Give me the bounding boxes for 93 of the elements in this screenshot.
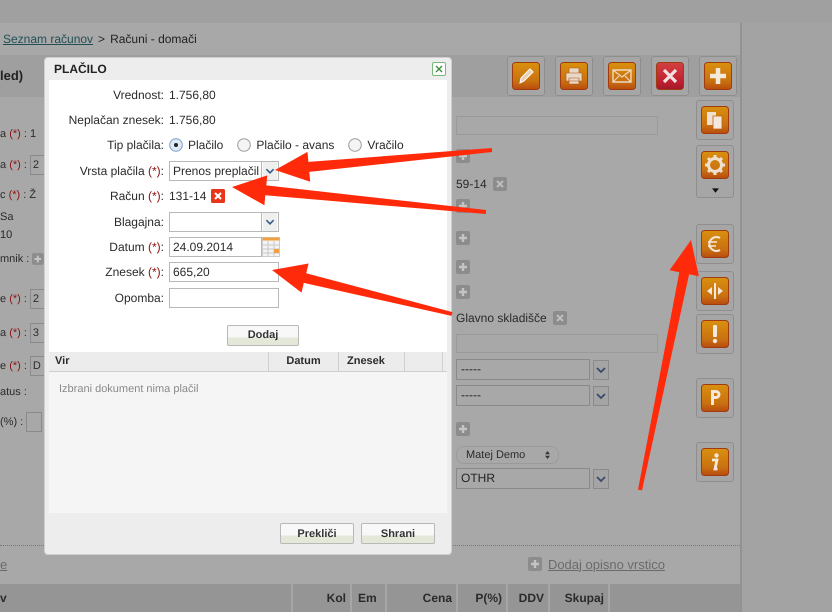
column-header: Kol — [293, 584, 352, 612]
field-label: Znesek (*): — [104, 265, 165, 280]
column-header: P(%) — [458, 584, 508, 612]
field-label: Sa — [0, 210, 14, 223]
field-label: Tip plačila: — [106, 138, 165, 152]
pencil-icon — [512, 62, 540, 90]
column-header: Cena — [387, 584, 458, 612]
calendar-icon[interactable] — [262, 237, 280, 258]
dialog-button[interactable]: Prekliči — [280, 523, 354, 544]
field-label: Vrednost: — [112, 88, 165, 102]
toolbar-button[interactable] — [696, 314, 734, 354]
column-header: Skupaj — [550, 584, 610, 612]
radio-label: Vračilo — [367, 138, 404, 152]
field-label: mnik : — [0, 252, 30, 265]
toolbar-button[interactable] — [696, 270, 734, 311]
breadcrumb-link[interactable]: Seznam računov — [3, 32, 94, 46]
field-label: Blagajna: — [112, 214, 165, 229]
info-icon — [701, 448, 729, 476]
select-field[interactable]: OTHR — [456, 468, 590, 490]
settings-icon — [701, 150, 729, 179]
letter-p-icon — [701, 384, 729, 412]
field-label: Vrsta plačila (*): — [78, 164, 165, 178]
plus-icon — [704, 62, 732, 90]
toolbar-button[interactable] — [696, 100, 734, 140]
field-label: Račun (*): — [108, 189, 165, 204]
toolbar-button[interactable] — [507, 56, 545, 96]
euro-icon — [701, 230, 729, 258]
exclamation-icon — [701, 320, 729, 348]
column-header: Datum — [269, 352, 339, 371]
field-label: 10 — [0, 228, 12, 241]
close-icon — [656, 62, 684, 90]
field-label: e (*) : — [0, 360, 27, 372]
field-label: atus : — [0, 386, 27, 398]
delete-button[interactable] — [651, 56, 689, 96]
field-label: c (*) : Ž — [0, 188, 36, 201]
select-field[interactable] — [169, 212, 279, 232]
field-label: Datum (*): — [108, 240, 165, 254]
settings-menu-button[interactable] — [696, 144, 734, 198]
split-arrows-icon — [701, 276, 729, 305]
dialog-button[interactable]: Shrani — [361, 523, 435, 544]
dropdown-icon — [261, 162, 278, 180]
dialog-title: PLAČILO — [54, 62, 107, 76]
remove-icon[interactable] — [211, 189, 226, 204]
column-header: Vir — [49, 352, 269, 371]
radio-button[interactable] — [169, 138, 183, 152]
column-header: Em — [352, 584, 387, 612]
field-label: a (*) : 1 — [0, 128, 36, 140]
field-value: 131-14 — [169, 189, 206, 204]
field-value: 59-14 — [456, 176, 487, 191]
empty-message: Izbrani dokument nima plačil — [59, 382, 198, 395]
toolbar-button[interactable] — [696, 378, 734, 418]
column-header: v — [0, 584, 293, 612]
toolbar-button[interactable] — [555, 56, 593, 96]
breadcrumb-separator: > — [98, 32, 106, 46]
breadcrumb-current: Računi - domači — [110, 32, 197, 46]
field-value: Glavno skladišče — [456, 310, 547, 325]
field-label: Neplačan znesek: — [68, 113, 165, 128]
field-label: a (*) : — [0, 326, 27, 339]
radio-label: Plačilo — [188, 138, 224, 152]
toolbar-button[interactable] — [699, 56, 737, 96]
column-header: DDV — [508, 584, 550, 612]
user-select[interactable]: Matej Demo — [456, 446, 560, 464]
add-button[interactable]: Dodaj — [226, 324, 300, 346]
select-field[interactable]: ----- — [456, 385, 590, 406]
input-field[interactable]: 665,20 — [169, 262, 279, 282]
radio-button[interactable] — [237, 138, 252, 152]
toolbar-button[interactable] — [696, 442, 734, 482]
field-label: a (*) : — [0, 158, 27, 171]
dropdown-button[interactable] — [593, 386, 609, 406]
copy-icon — [701, 106, 729, 134]
field-label: (%) : — [0, 416, 24, 428]
date-field[interactable]: 24.09.2014 — [169, 237, 262, 258]
dropdown-button[interactable] — [593, 468, 609, 489]
field-label: e (*) : — [0, 292, 27, 305]
field-value: 1.756,80 — [169, 88, 216, 102]
field-label: Opomba: — [114, 290, 165, 305]
toolbar-button[interactable] — [603, 56, 641, 96]
updown-icon — [545, 450, 550, 459]
select-field[interactable]: ----- — [456, 359, 590, 380]
caret-icon — [712, 188, 718, 193]
column-header: Znesek — [339, 352, 405, 371]
envelope-icon — [608, 62, 636, 90]
printer-icon — [560, 62, 588, 90]
radio-label: Plačilo - avans — [256, 138, 334, 152]
dropdown-icon — [261, 212, 278, 231]
input-field[interactable] — [26, 412, 42, 432]
dropdown-button[interactable] — [593, 360, 609, 380]
page-title: led) — [0, 68, 24, 84]
close-icon[interactable] — [432, 62, 446, 76]
radio-button[interactable] — [348, 138, 362, 152]
field-value: 1.756,80 — [169, 113, 216, 128]
toolbar-button[interactable] — [696, 224, 734, 264]
input-field[interactable] — [169, 288, 279, 308]
